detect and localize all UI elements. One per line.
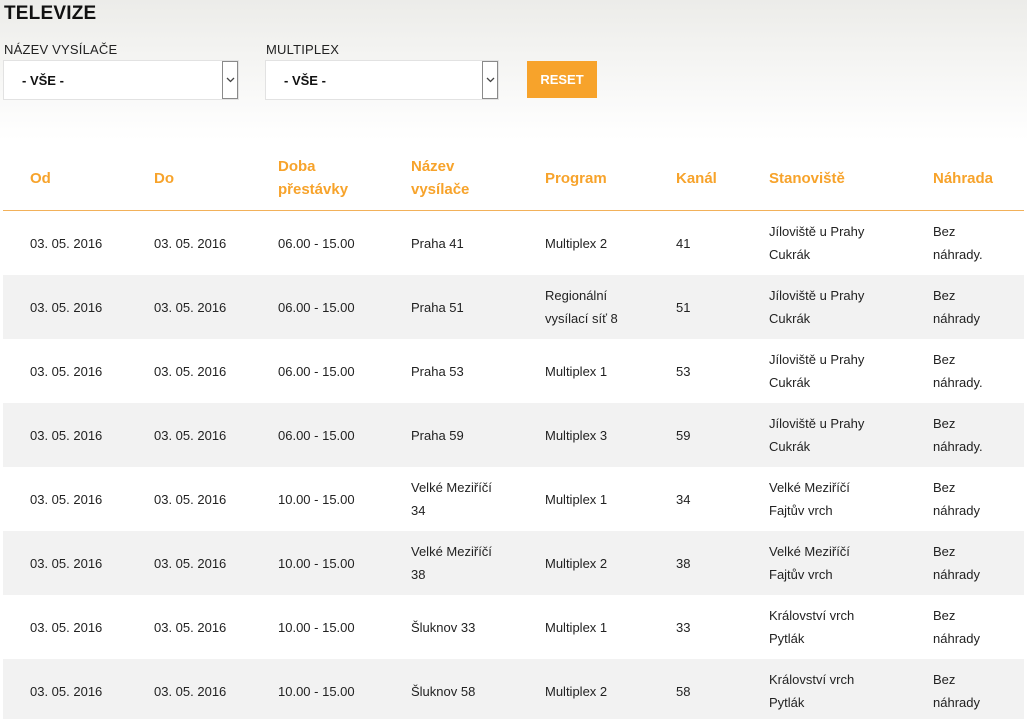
cell-nazev: Praha 53 (411, 363, 464, 379)
cell-od: 03. 05. 2016 (3, 531, 154, 595)
cell-stanoviste: Jíloviště u Prahy Cukrák (769, 352, 865, 390)
transmitter-select-value: - VŠE - (22, 73, 64, 88)
cell-nazev: Šluknov 33 (411, 619, 476, 635)
cell-stanoviste: Jíloviště u Prahy Cukrák (769, 224, 865, 262)
column-header-od[interactable]: Od (3, 146, 154, 211)
column-header-doba-prestavky[interactable]: Doba přestávky (278, 146, 411, 211)
cell-doba: 10.00 - 15.00 (278, 659, 411, 719)
cell-do: 03. 05. 2016 (154, 491, 227, 507)
cell-do: 03. 05. 2016 (154, 619, 227, 635)
multiplex-select[interactable]: - VŠE - (265, 60, 499, 100)
cell-nazev: Šluknov 58 (411, 659, 545, 719)
cell-do: 03. 05. 2016 (154, 659, 278, 719)
cell-doba: 06.00 - 15.00 (278, 235, 355, 251)
cell-program: Multiplex 1 (545, 363, 608, 379)
cell-kanal: 41 (676, 235, 691, 251)
page: TELEVIZE NÁZEV VYSÍLAČE - VŠE - MULTIPLE… (0, 0, 1027, 719)
cell-od: 03. 05. 2016 (30, 619, 103, 635)
table-row: 03. 05. 2016 03. 05. 2016 06.00 - 15.00 … (3, 339, 1024, 403)
multiplex-filter-label: MULTIPLEX (266, 42, 340, 57)
cell-program: Multiplex 2 (545, 659, 676, 719)
cell-stanoviste: Jíloviště u Prahy Cukrák (769, 275, 933, 339)
cell-kanal: 33 (676, 619, 691, 635)
cell-kanal: 51 (676, 275, 769, 339)
cell-program: Multiplex 2 (545, 531, 676, 595)
table-row: 03. 05. 2016 03. 05. 2016 06.00 - 15.00 … (3, 275, 1024, 339)
cell-do: 03. 05. 2016 (154, 531, 278, 595)
cell-program: Regionální vysílací síť 8 (545, 275, 676, 339)
column-header-program[interactable]: Program (545, 146, 676, 211)
cell-kanal: 38 (676, 531, 769, 595)
cell-doba: 10.00 - 15.00 (278, 531, 411, 595)
cell-do: 03. 05. 2016 (154, 235, 227, 251)
cell-od: 03. 05. 2016 (30, 491, 103, 507)
cell-nazev: Praha 51 (411, 275, 545, 339)
column-header-do[interactable]: Do (154, 146, 278, 211)
column-header-stanoviste[interactable]: Stanoviště (769, 146, 933, 211)
cell-nazev: Velké Meziříčí 38 (411, 531, 545, 595)
table-row: 03. 05. 2016 03. 05. 2016 06.00 - 15.00 … (3, 211, 1024, 276)
cell-od: 03. 05. 2016 (3, 275, 154, 339)
reset-button[interactable]: RESET (527, 61, 597, 98)
cell-doba: 06.00 - 15.00 (278, 363, 355, 379)
cell-do: 03. 05. 2016 (154, 363, 227, 379)
chevron-down-icon[interactable] (482, 61, 498, 99)
cell-program: Multiplex 3 (545, 403, 676, 467)
transmitter-filter-label: NÁZEV VYSÍLAČE (4, 42, 118, 57)
cell-stanoviste: Království vrch Pytlák (769, 608, 855, 646)
cell-kanal: 59 (676, 403, 769, 467)
cell-nahrada: Bez náhrady (933, 608, 980, 646)
cell-doba: 06.00 - 15.00 (278, 403, 411, 467)
cell-stanoviste: Jíloviště u Prahy Cukrák (769, 403, 933, 467)
page-title: TELEVIZE (4, 3, 97, 24)
chevron-down-icon[interactable] (222, 61, 238, 99)
cell-stanoviste: Velké Meziříčí Fajtův vrch (769, 480, 850, 518)
cell-doba: 10.00 - 15.00 (278, 619, 355, 635)
cell-nahrada: Bez náhrady (933, 659, 1024, 719)
column-header-kanal[interactable]: Kanál (676, 146, 769, 211)
cell-nahrada: Bez náhrady. (933, 352, 983, 390)
cell-od: 03. 05. 2016 (30, 235, 103, 251)
column-header-nahrada[interactable]: Náhrada (933, 146, 1024, 211)
table-row: 03. 05. 2016 03. 05. 2016 10.00 - 15.00 … (3, 467, 1024, 531)
cell-program: Multiplex 1 (545, 491, 608, 507)
cell-nazev: Praha 59 (411, 403, 545, 467)
multiplex-select-value: - VŠE - (284, 73, 326, 88)
cell-kanal: 58 (676, 659, 769, 719)
table-row: 03. 05. 2016 03. 05. 2016 06.00 - 15.00 … (3, 403, 1024, 467)
cell-od: 03. 05. 2016 (3, 403, 154, 467)
table-row: 03. 05. 2016 03. 05. 2016 10.00 - 15.00 … (3, 659, 1024, 719)
cell-stanoviste: Království vrch Pytlák (769, 659, 933, 719)
cell-kanal: 34 (676, 491, 691, 507)
transmitter-select[interactable]: - VŠE - (3, 60, 239, 100)
cell-nahrada: Bez náhrady. (933, 224, 983, 262)
table-row: 03. 05. 2016 03. 05. 2016 10.00 - 15.00 … (3, 595, 1024, 659)
cell-kanal: 53 (676, 363, 691, 379)
cell-do: 03. 05. 2016 (154, 275, 278, 339)
cell-program: Multiplex 1 (545, 619, 608, 635)
cell-stanoviste: Velké Meziříčí Fajtův vrch (769, 531, 933, 595)
cell-nahrada: Bez náhrady (933, 275, 1024, 339)
cell-nazev: Velké Meziříčí 34 (411, 480, 492, 518)
table-header-row: Od Do Doba přestávky Název vysílače Prog… (3, 146, 1024, 211)
cell-od: 03. 05. 2016 (30, 363, 103, 379)
cell-nahrada: Bez náhrady (933, 531, 1024, 595)
column-header-nazev-vysilace[interactable]: Název vysílače (411, 146, 545, 211)
cell-nahrada: Bez náhrady (933, 480, 980, 518)
cell-nahrada: Bez náhrady. (933, 403, 1024, 467)
cell-program: Multiplex 2 (545, 235, 608, 251)
cell-doba: 06.00 - 15.00 (278, 275, 411, 339)
cell-od: 03. 05. 2016 (3, 659, 154, 719)
table-row: 03. 05. 2016 03. 05. 2016 10.00 - 15.00 … (3, 531, 1024, 595)
cell-doba: 10.00 - 15.00 (278, 491, 355, 507)
cell-do: 03. 05. 2016 (154, 403, 278, 467)
outage-table: Od Do Doba přestávky Název vysílače Prog… (3, 146, 1024, 719)
cell-nazev: Praha 41 (411, 235, 464, 251)
